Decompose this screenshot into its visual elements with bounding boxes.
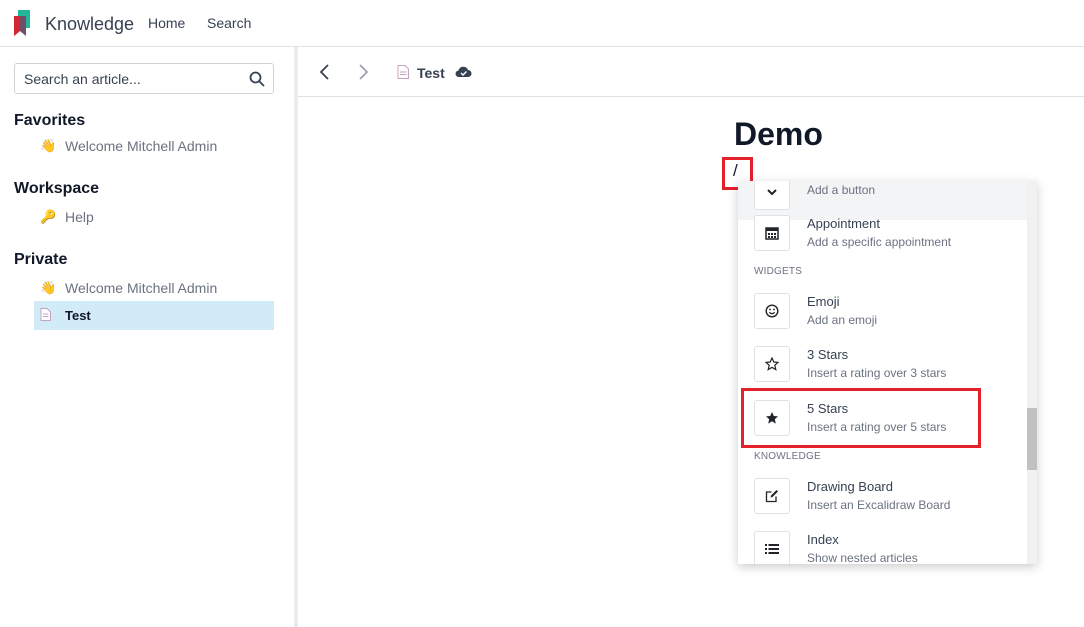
list-icon [754,531,790,564]
section-title-favorites[interactable]: Favorites [14,112,85,130]
sidebar-item-label: Help [65,208,94,225]
knowledge-logo-icon[interactable] [14,10,34,36]
sidebar-item-test[interactable]: Test [34,301,274,330]
command-item-3-stars[interactable]: 3 Stars Insert a rating over 3 stars [738,338,1027,392]
command-title: Emoji [807,294,840,309]
waving-hand-icon: 👋 [40,279,57,295]
category-label-widgets: WIDGETS [754,266,803,277]
highlight-annotation [741,388,981,448]
palette-scrollbar-track[interactable] [1027,181,1037,564]
command-desc: Insert a rating over 3 stars [807,366,947,380]
article-search-input[interactable]: Search an article... [14,63,274,94]
section-title-workspace[interactable]: Workspace [14,180,99,198]
palette-scrollbar-thumb[interactable] [1027,408,1037,470]
star-outline-icon [754,346,790,382]
document-icon [34,307,65,324]
article-title[interactable]: Demo [734,116,823,153]
command-item-appointment[interactable]: Appointment Add a specific appointment [738,207,1027,261]
nav-home-link[interactable]: Home [148,15,185,31]
command-title: 3 Stars [807,347,849,362]
chevron-left-icon[interactable] [318,63,332,81]
category-label-knowledge: KNOWLEDGE [754,451,821,462]
edit-icon [754,478,790,514]
command-title: Drawing Board [807,479,893,494]
command-item-index[interactable]: Index Show nested articles [738,523,1027,565]
sidebar-item-help[interactable]: 🔑 Help [34,202,274,231]
section-title-private[interactable]: Private [14,251,67,269]
chevron-down-icon [754,181,790,210]
sidebar-resize-handle[interactable] [294,47,298,627]
command-title: Appointment [807,216,880,231]
smile-icon [754,293,790,329]
chevron-right-icon[interactable] [356,63,370,81]
search-placeholder: Search an article... [24,71,141,87]
command-desc: Insert an Excalidraw Board [807,498,951,512]
sidebar-item-label: Welcome Mitchell Admin [65,279,218,296]
calendar-icon [754,215,790,251]
command-desc: Add an emoji [807,313,878,327]
breadcrumb-title[interactable]: Test [417,65,445,81]
nav-search-link[interactable]: Search [207,15,251,31]
article-toolbar [298,47,1084,97]
command-title: Index [807,532,839,547]
top-navbar: Knowledge Home Search [0,0,1084,47]
waving-hand-icon: 👋 [40,137,57,153]
search-icon[interactable] [249,71,265,87]
command-desc: Show nested articles [807,551,918,565]
app-name[interactable]: Knowledge [45,14,134,35]
command-item-drawing-board[interactable]: Drawing Board Insert an Excalidraw Board [738,470,1027,524]
key-icon: 🔑 [40,208,57,224]
sidebar-item-label: Test [65,308,91,323]
cloud-check-icon[interactable] [455,65,472,78]
command-desc: Add a button [807,183,876,197]
command-desc: Add a specific appointment [807,235,952,249]
document-icon [397,65,409,79]
sidebar-item-private-welcome[interactable]: 👋 Welcome Mitchell Admin [34,273,274,302]
command-item-emoji[interactable]: Emoji Add an emoji [738,285,1027,339]
sidebar-item-favorite-welcome[interactable]: 👋 Welcome Mitchell Admin [34,131,274,160]
sidebar-item-label: Welcome Mitchell Admin [65,137,218,154]
